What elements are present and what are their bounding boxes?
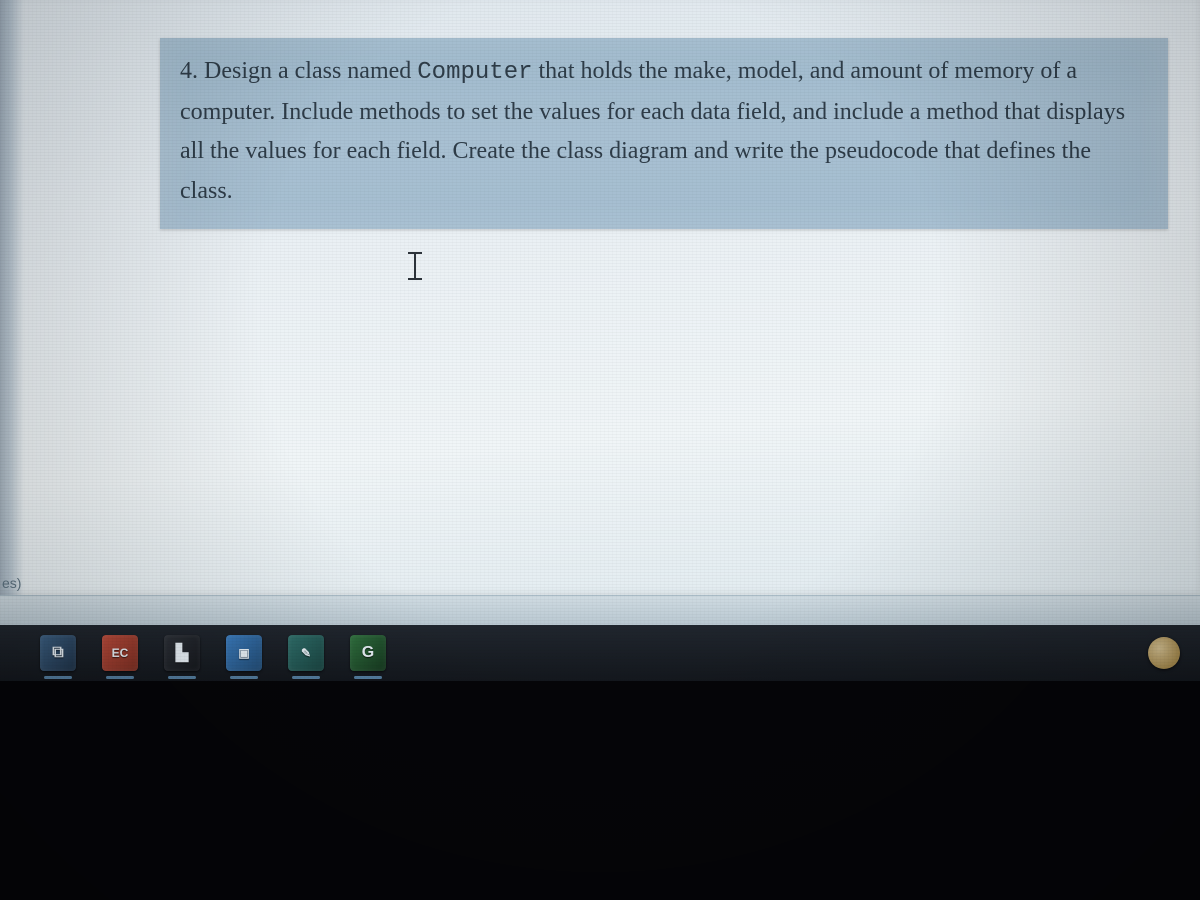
app-teal-icon[interactable]: ✎ bbox=[288, 635, 324, 671]
app-teal-glyph: ✎ bbox=[301, 646, 311, 660]
text-cursor-icon bbox=[408, 252, 422, 280]
taskbar[interactable]: ⧉ EC ▙ ▣ ✎ G bbox=[0, 625, 1200, 681]
question-code-word: Computer bbox=[417, 59, 532, 86]
app-dark-icon[interactable]: ▙ bbox=[164, 635, 200, 671]
edge-icon[interactable]: ⧉ bbox=[40, 635, 76, 671]
question-text-a: Design a class named bbox=[198, 58, 417, 84]
app-green-glyph: G bbox=[362, 644, 374, 662]
status-strip bbox=[0, 595, 1200, 626]
app-green-icon[interactable]: G bbox=[350, 635, 386, 671]
camera-icon[interactable]: ▣ bbox=[226, 635, 262, 671]
below-screen-void bbox=[0, 681, 1200, 900]
app-dark-glyph: ▙ bbox=[176, 643, 188, 663]
screen-root: 4. Design a class named Computer that ho… bbox=[0, 0, 1200, 900]
question-number: 4. bbox=[180, 58, 198, 84]
camera-glyph: ▣ bbox=[238, 646, 249, 660]
edge-glyph: ⧉ bbox=[52, 644, 63, 662]
app-red-icon[interactable]: EC bbox=[102, 635, 138, 671]
tray-coin-icon[interactable] bbox=[1148, 637, 1180, 669]
left-panel-edge bbox=[0, 0, 24, 595]
app-red-glyph: EC bbox=[112, 646, 129, 660]
left-panel-text-fragment: es) bbox=[2, 575, 21, 591]
document-area[interactable]: 4. Design a class named Computer that ho… bbox=[0, 0, 1200, 595]
question-highlight[interactable]: 4. Design a class named Computer that ho… bbox=[160, 38, 1168, 229]
